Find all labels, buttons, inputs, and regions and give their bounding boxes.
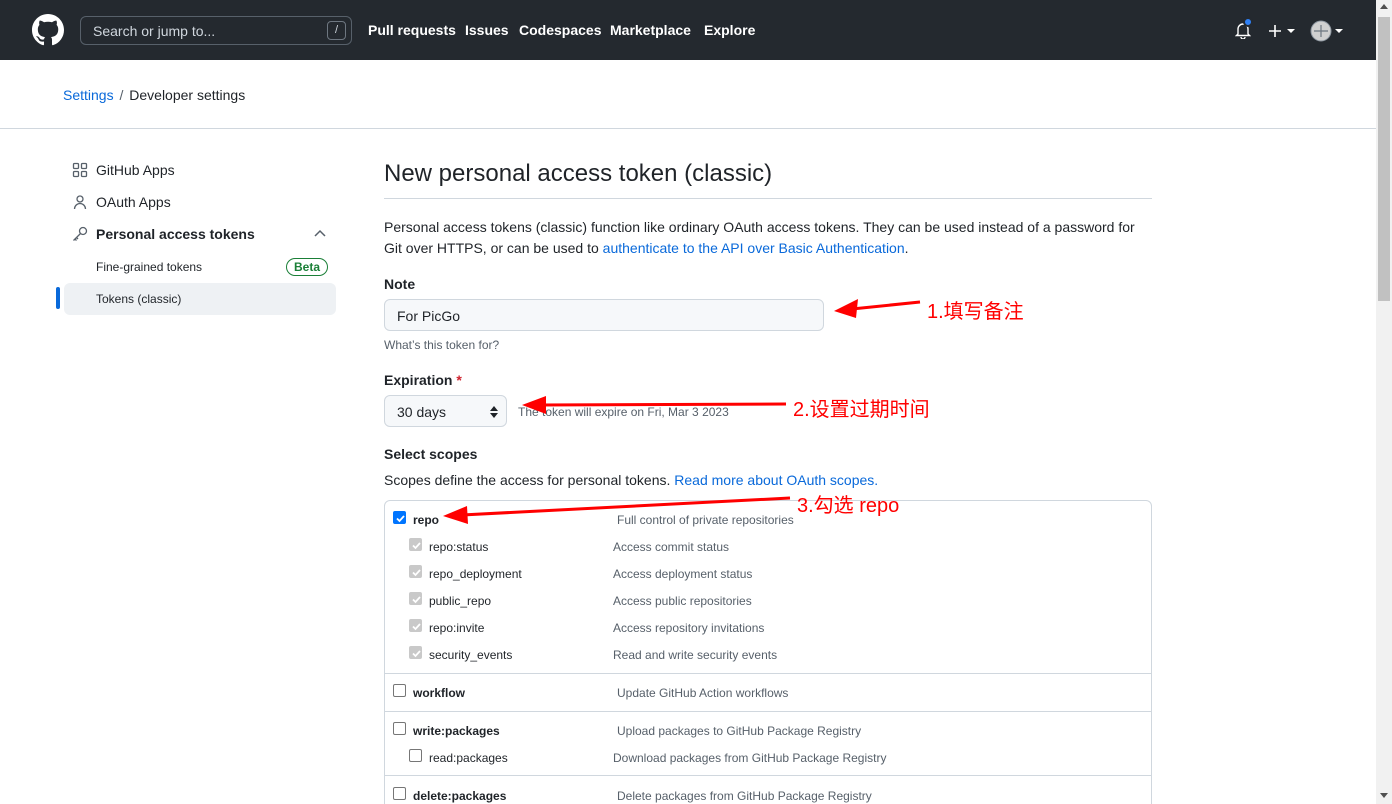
scroll-up-arrow-icon[interactable]	[1380, 4, 1388, 9]
annotation-arrows	[443, 299, 921, 524]
annotation-step1: 1.填写备注	[927, 301, 1024, 323]
scrollbar-thumb[interactable]	[1378, 17, 1390, 301]
annotation-step2: 2.设置过期时间	[793, 399, 930, 421]
scroll-down-arrow-icon[interactable]	[1380, 793, 1388, 798]
annotation-step3: 3.勾选 repo	[797, 495, 900, 517]
